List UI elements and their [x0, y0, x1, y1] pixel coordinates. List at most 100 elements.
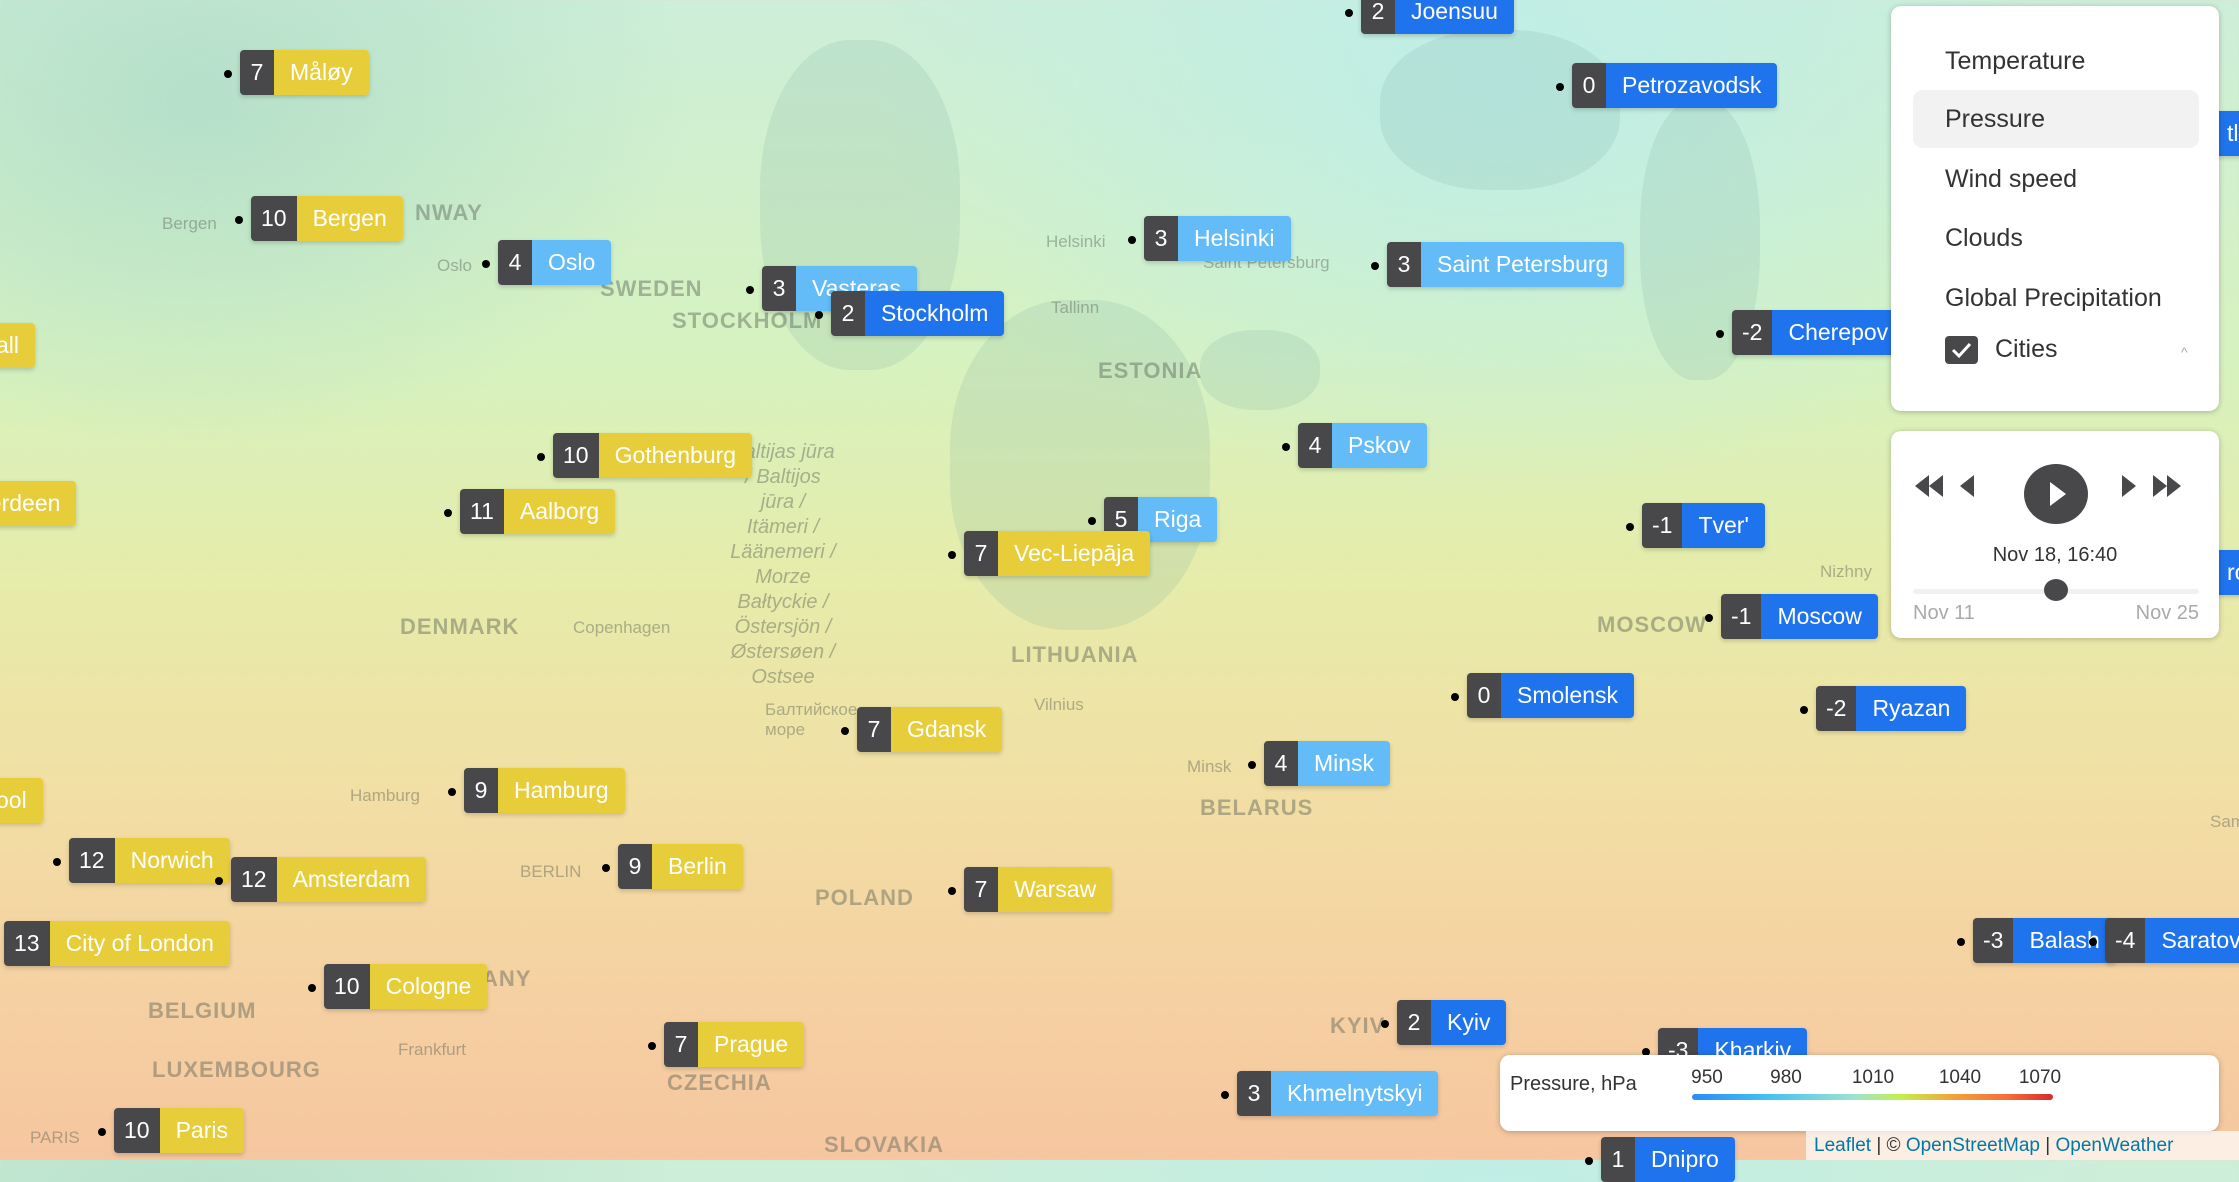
- city-marker[interactable]: 7 Måløy: [224, 50, 369, 95]
- city-dot-icon: [1800, 706, 1808, 714]
- city-marker[interactable]: 7 Warsaw: [948, 867, 1113, 912]
- city-marker[interactable]: 10 Gothenburg: [537, 433, 753, 478]
- city-marker[interactable]: 13 City of London: [4, 921, 230, 966]
- city-value: 4: [498, 240, 532, 285]
- city-value: 7: [964, 867, 998, 912]
- city-value: -2: [1732, 310, 1773, 355]
- city-value: 2: [1397, 1000, 1431, 1045]
- city-marker[interactable]: 12 Amsterdam: [215, 857, 427, 902]
- step-forward-icon[interactable]: [2122, 475, 2136, 497]
- city-name: ool: [0, 778, 43, 823]
- time-slider-thumb[interactable]: [2044, 579, 2068, 601]
- city-marker[interactable]: 7 Gdansk: [841, 707, 1003, 752]
- pressure-legend: Pressure, hPa 950 980 1010 1040 1070: [1500, 1055, 2219, 1131]
- time-end-label: Nov 25: [2135, 602, 2199, 624]
- city-name: Smolensk: [1501, 673, 1634, 718]
- city-marker[interactable]: 7 Vec-Liepāja: [948, 531, 1151, 576]
- map-place-label: Oslo: [437, 256, 472, 275]
- city-dot-icon: [537, 453, 545, 461]
- map-place-label: KYIV: [1330, 1013, 1386, 1038]
- city-marker[interactable]: 4 Minsk: [1248, 741, 1391, 786]
- city-marker[interactable]: 3 Helsinki: [1128, 216, 1291, 261]
- cities-checkbox[interactable]: [1945, 336, 1978, 364]
- legend-tick: 950: [1691, 1067, 1723, 1088]
- map-place-label: Frankfurt: [398, 1040, 467, 1059]
- openweather-link[interactable]: OpenWeather: [2055, 1135, 2173, 1156]
- city-marker[interactable]: -2 Ryazan: [1800, 686, 1967, 731]
- city-dot-icon: [1705, 614, 1713, 622]
- skip-forward-icon[interactable]: [2153, 475, 2183, 497]
- city-value: 7: [664, 1022, 698, 1067]
- city-name: Paris: [159, 1108, 244, 1153]
- layer-global-precipitation[interactable]: Global Precipitation: [1913, 269, 2199, 327]
- city-marker[interactable]: 3 Khmelnytskyi: [1221, 1071, 1439, 1116]
- play-button[interactable]: [2024, 464, 2088, 524]
- attribution-separator: | ©: [1871, 1135, 1906, 1156]
- layer-temperature[interactable]: Temperature: [1913, 32, 2199, 90]
- city-marker[interactable]: 0 Petrozavodsk: [1556, 63, 1778, 108]
- city-name: Petrozavodsk: [1606, 63, 1778, 108]
- legend-color-scale: [1692, 1094, 2053, 1100]
- city-marker[interactable]: berdeen: [0, 481, 77, 526]
- city-marker[interactable]: 12 Norwich: [53, 838, 230, 883]
- map-place-label: LITHUANIA: [1011, 642, 1139, 667]
- city-marker[interactable]: 9 Hamburg: [448, 768, 625, 813]
- city-marker[interactable]: 4 Pskov: [1282, 423, 1427, 468]
- layer-wind-speed[interactable]: Wind speed: [1913, 150, 2199, 208]
- map-place-label: PARIS: [30, 1128, 80, 1147]
- city-marker[interactable]: ool: [0, 778, 43, 823]
- city-name: Tver': [1682, 503, 1765, 548]
- city-dot-icon: [1282, 443, 1290, 451]
- city-dot-icon: [1128, 236, 1136, 244]
- cities-label[interactable]: Cities: [1995, 324, 2058, 374]
- map-place-label: Minsk: [1187, 757, 1232, 776]
- city-dot-icon: [224, 70, 232, 78]
- city-marker[interactable]: all: [0, 323, 36, 368]
- city-name: Aalborg: [503, 489, 616, 534]
- city-value: 13: [4, 921, 50, 966]
- city-value: 10: [324, 964, 370, 1009]
- city-marker[interactable]: -1 Tver': [1626, 503, 1765, 548]
- city-value: 0: [1467, 673, 1501, 718]
- city-dot-icon: [1371, 262, 1379, 270]
- city-value: 9: [618, 844, 652, 889]
- city-name: Vec-Liepāja: [998, 531, 1151, 576]
- step-back-icon[interactable]: [1960, 475, 1974, 497]
- city-marker[interactable]: 3 Saint Petersburg: [1371, 242, 1625, 287]
- map-place-label: Helsinki: [1046, 232, 1106, 251]
- map-place-label: NWAY: [415, 200, 483, 225]
- city-dot-icon: [1626, 523, 1634, 531]
- city-marker[interactable]: 9 Berlin: [602, 844, 743, 889]
- city-marker[interactable]: 10 Paris: [98, 1108, 244, 1153]
- city-value: 0: [1572, 63, 1606, 108]
- city-dot-icon: [602, 864, 610, 872]
- city-marker[interactable]: 2 Stockholm: [815, 291, 1005, 336]
- city-dot-icon: [1248, 761, 1256, 769]
- city-marker[interactable]: -4 Saratov: [2089, 918, 2239, 963]
- water-body: [1200, 330, 1320, 410]
- city-marker[interactable]: -2 Cherepov: [1716, 310, 1905, 355]
- city-name: Berlin: [652, 844, 743, 889]
- city-value: 3: [1237, 1071, 1271, 1116]
- collapse-caret-icon[interactable]: ^: [2181, 344, 2188, 360]
- city-marker[interactable]: 2 Joensuu: [1345, 0, 1514, 34]
- city-dot-icon: [308, 984, 316, 992]
- city-marker[interactable]: -1 Moscow: [1705, 594, 1878, 639]
- layer-pressure[interactable]: Pressure: [1913, 90, 2199, 148]
- map-place-label: SLOVAKIA: [824, 1132, 945, 1157]
- city-marker[interactable]: 10 Cologne: [308, 964, 488, 1009]
- city-marker[interactable]: 7 Prague: [648, 1022, 805, 1067]
- city-marker[interactable]: 4 Oslo: [482, 240, 612, 285]
- city-marker[interactable]: 11 Aalborg: [444, 489, 616, 534]
- layer-clouds[interactable]: Clouds: [1913, 209, 2199, 267]
- map-place-label: Copenhagen: [573, 618, 671, 637]
- city-marker[interactable]: 0 Smolensk: [1451, 673, 1634, 718]
- time-start-label: Nov 11: [1913, 602, 1975, 624]
- city-dot-icon: [1716, 330, 1724, 338]
- city-marker[interactable]: 2 Kyiv: [1381, 1000, 1507, 1045]
- city-marker[interactable]: 10 Bergen: [235, 196, 403, 241]
- city-name: Prague: [698, 1022, 805, 1067]
- leaflet-link[interactable]: Leaflet: [1814, 1135, 1871, 1156]
- skip-back-icon[interactable]: [1915, 475, 1945, 497]
- openstreetmap-link[interactable]: OpenStreetMap: [1906, 1135, 2040, 1156]
